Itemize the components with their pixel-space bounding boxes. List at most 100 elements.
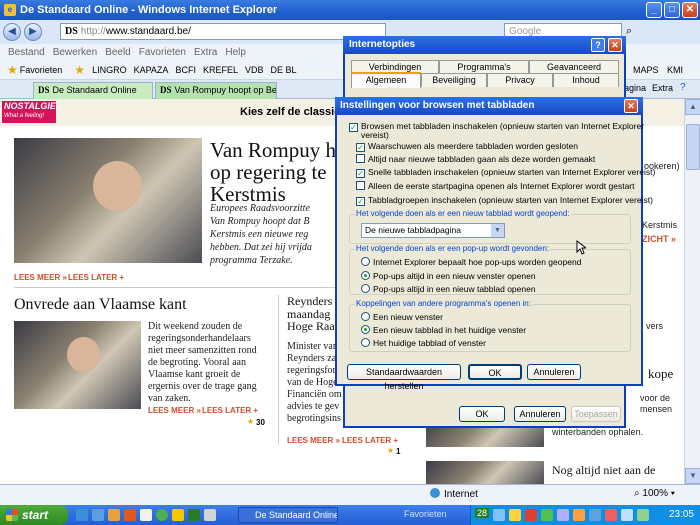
story3-lees-later-link[interactable]: LEES LATER + xyxy=(342,436,398,445)
page-scrollbar[interactable]: ▲ ▼ xyxy=(684,99,700,484)
radio-popup-tab[interactable]: Pop-ups altijd in een nieuw tabblad open… xyxy=(361,284,536,294)
menu-favorieten[interactable]: Favorieten xyxy=(139,47,186,58)
checkbox-warn-close[interactable]: ✓ Waarschuwen als meerdere tabbladen word… xyxy=(356,141,578,152)
story3-headline[interactable]: Reynders maandag Hoge Raa xyxy=(287,295,335,333)
radio-popup-window[interactable]: Pop-ups altijd in een nieuw venster open… xyxy=(361,271,536,281)
fav-krefel[interactable]: KREFEL xyxy=(203,65,238,75)
help-icon[interactable]: ? xyxy=(680,82,686,93)
taskbar-ie-window[interactable]: De Standaard Online ... xyxy=(238,507,338,523)
newtab-select[interactable]: De nieuwe tabbladpagina ▼ xyxy=(361,223,505,238)
minimize-button[interactable]: _ xyxy=(646,2,662,18)
quicklaunch-app-icon[interactable] xyxy=(188,509,200,521)
internet-options-apply-button[interactable]: Toepassen xyxy=(571,406,621,422)
radio-links-current[interactable]: Het huidige tabblad of venster xyxy=(361,338,486,348)
tab-algemeen[interactable]: Algemeen xyxy=(351,72,421,88)
checkbox-tab-groups[interactable]: ✓ Tabbladgroepen inschakelen (opnieuw sta… xyxy=(356,195,653,206)
quicklaunch-ie-icon[interactable] xyxy=(76,509,88,521)
story2-headline[interactable]: Onvrede aan Vlaamse kant xyxy=(14,296,187,314)
checkbox-first-homepage[interactable]: Alleen de eerste startpagina openen als … xyxy=(356,181,635,191)
back-button[interactable]: ◀ xyxy=(3,23,21,41)
tab-inhoud[interactable]: Inhoud xyxy=(553,73,619,87)
radio-links-window[interactable]: Een nieuw venster xyxy=(361,312,443,322)
start-button[interactable]: start xyxy=(0,505,68,525)
taskbar-favorieten-toolbar[interactable]: Favorieten xyxy=(404,509,447,519)
tab-programmas[interactable]: Programma's xyxy=(439,60,529,74)
menu-bestand[interactable]: Bestand xyxy=(8,47,45,58)
tab-settings-cancel-button[interactable]: Annuleren xyxy=(527,364,581,380)
quicklaunch-desktop-icon[interactable] xyxy=(92,509,104,521)
tab-settings-ok-button[interactable]: OK xyxy=(468,364,522,380)
tray-app-icon[interactable] xyxy=(509,509,521,521)
internet-options-cancel-button[interactable]: Annuleren xyxy=(514,406,566,422)
favorites-star-icon[interactable]: ★ xyxy=(7,63,18,77)
help-question-icon[interactable]: ? xyxy=(591,38,605,52)
quicklaunch-app-icon[interactable] xyxy=(156,509,168,521)
checkbox-quick-tabs[interactable]: ✓ Snelle tabbladen inschakelen (opnieuw s… xyxy=(356,167,655,178)
tray-app-icon[interactable] xyxy=(621,509,633,521)
tray-app-icon[interactable] xyxy=(637,509,649,521)
menu-extra[interactable]: Extra xyxy=(194,47,217,58)
fav-kapaza[interactable]: KAPAZA xyxy=(134,65,169,75)
favorites-button[interactable]: Favorieten xyxy=(20,65,63,75)
tray-badge[interactable]: 28 xyxy=(475,508,490,518)
tab-beveiliging[interactable]: Beveiliging xyxy=(421,73,487,87)
right-col-headline[interactable]: kope xyxy=(648,367,673,381)
close-button[interactable]: ✕ xyxy=(682,2,698,18)
van-rompuy-photo[interactable] xyxy=(14,138,202,263)
fav-vdb[interactable]: VDB xyxy=(245,65,264,75)
tray-app-icon[interactable] xyxy=(605,509,617,521)
tray-app-icon[interactable] xyxy=(541,509,553,521)
tab-privacy[interactable]: Privacy xyxy=(487,73,553,87)
story1-lees-later-link[interactable]: LEES LATER + xyxy=(68,273,124,282)
internet-options-ok-button[interactable]: OK xyxy=(459,406,505,422)
fav-bcfi[interactable]: BCFI xyxy=(175,65,196,75)
tray-app-icon[interactable] xyxy=(557,509,569,521)
quicklaunch-app-icon[interactable] xyxy=(140,509,152,521)
quicklaunch-app-icon[interactable] xyxy=(124,509,136,521)
scroll-thumb[interactable] xyxy=(686,124,700,170)
menu-beeld[interactable]: Beeld xyxy=(105,47,131,58)
security-zone[interactable]: Internet xyxy=(430,488,478,500)
story2-lees-later-link[interactable]: LEES LATER + xyxy=(202,406,258,415)
fav-maps[interactable]: MAPS xyxy=(633,65,659,75)
tray-app-icon[interactable] xyxy=(573,509,585,521)
right-col-photo[interactable] xyxy=(426,461,544,484)
fav-lingro[interactable]: LINGRO xyxy=(92,65,127,75)
tab-geavanceerd[interactable]: Geavanceerd xyxy=(529,60,619,74)
fav-kmi[interactable]: KMI xyxy=(667,65,683,75)
story3-lees-meer-link[interactable]: LEES MEER » xyxy=(287,436,340,445)
maximize-button[interactable]: □ xyxy=(664,2,680,18)
taskbar-clock[interactable]: 23:05 xyxy=(669,509,694,520)
tab-standaard[interactable]: DS De Standaard Online xyxy=(33,82,153,99)
story2-lees-meer-link[interactable]: LEES MEER » xyxy=(148,406,201,415)
radio-popup-auto[interactable]: Internet Explorer bepaalt hoe pop-ups wo… xyxy=(361,257,581,267)
tray-app-icon[interactable] xyxy=(525,509,537,521)
forward-button[interactable]: ▶ xyxy=(24,23,42,41)
restore-defaults-button[interactable]: Standaardwaarden herstellen xyxy=(347,364,461,391)
story1-headline[interactable]: Van Rompuy h op regering te Kerstmis xyxy=(210,139,336,205)
fav-debl[interactable]: DE BL xyxy=(270,65,296,75)
checkbox-always-switch[interactable]: Altijd naar nieuwe tabbladen gaan als de… xyxy=(356,154,595,164)
close-icon[interactable]: ✕ xyxy=(608,38,622,52)
search-icon[interactable]: ⌕ xyxy=(626,25,632,38)
tray-volume-icon[interactable] xyxy=(589,509,601,521)
extra-menu[interactable]: Extra xyxy=(652,83,673,93)
scroll-up-arrow-icon[interactable]: ▲ xyxy=(685,99,700,115)
address-bar[interactable]: DS http://www.standaard.be/ xyxy=(60,23,386,40)
tray-network-icon[interactable] xyxy=(493,509,505,521)
scroll-down-arrow-icon[interactable]: ▼ xyxy=(685,468,700,484)
menu-help[interactable]: Help xyxy=(225,47,246,58)
story1-lees-meer-link[interactable]: LEES MEER » xyxy=(14,273,67,282)
quicklaunch-app-icon[interactable] xyxy=(172,509,184,521)
story2-photo[interactable] xyxy=(14,321,141,409)
chevron-down-icon[interactable]: ▼ xyxy=(491,224,504,237)
right-col-headline[interactable]: Nog altijd niet aan de xyxy=(552,464,655,477)
quicklaunch-app-icon[interactable] xyxy=(204,509,216,521)
radio-links-new-tab[interactable]: Een nieuw tabblad in het huidige venster xyxy=(361,325,526,335)
nostalgie-logo[interactable]: NOSTALGIE What a feeling! xyxy=(2,101,56,123)
tab-van-rompuy[interactable]: DSVan Rompuy hoopt op Belgis... xyxy=(155,82,277,99)
menu-bewerken[interactable]: Bewerken xyxy=(53,47,97,58)
checkbox-enable-tabs[interactable]: ✓ Browsen met tabbladen inschakelen (opni… xyxy=(349,121,644,132)
close-icon[interactable]: ✕ xyxy=(624,99,638,113)
quicklaunch-app-icon[interactable] xyxy=(108,509,120,521)
